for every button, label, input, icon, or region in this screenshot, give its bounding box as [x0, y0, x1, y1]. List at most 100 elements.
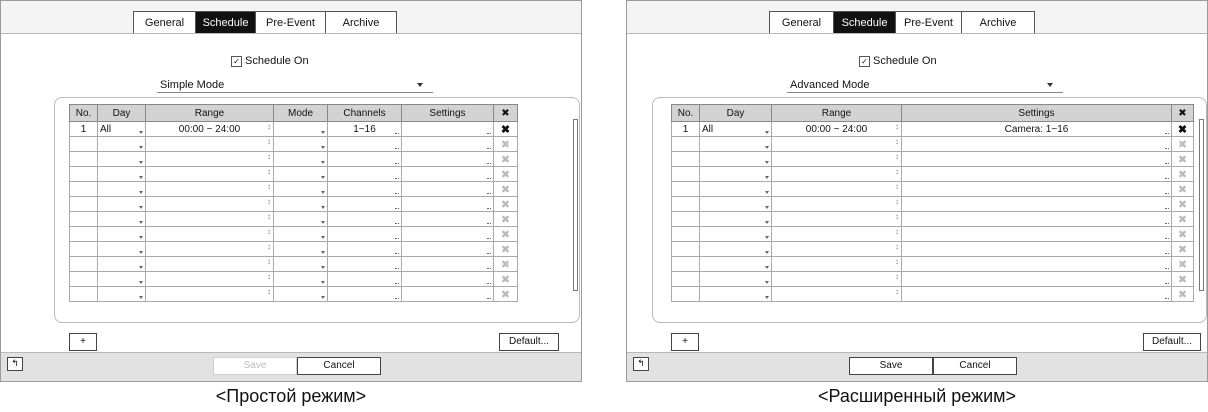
- table-cell: [671, 286, 700, 302]
- table-cell: [401, 166, 494, 182]
- delete-row-icon[interactable]: ✖: [1171, 271, 1194, 287]
- row-range-spinner[interactable]: 00:00 ~ 24:00: [771, 121, 902, 137]
- table-cell: [145, 166, 274, 182]
- delete-row-icon[interactable]: ✖: [1171, 256, 1194, 272]
- table-cell: [671, 181, 700, 197]
- back-arrow-icon[interactable]: ↰: [7, 357, 23, 371]
- tab-pre-event[interactable]: Pre-Event: [256, 12, 326, 34]
- table-scrollbar[interactable]: [573, 119, 578, 291]
- delete-row-icon[interactable]: ✖: [493, 271, 518, 287]
- table-cell: [699, 136, 772, 152]
- table-cell: [327, 151, 402, 167]
- save-button[interactable]: Save: [213, 357, 297, 375]
- delete-row-icon[interactable]: ✖: [493, 286, 518, 302]
- table-cell: [771, 256, 902, 272]
- table-cell: [901, 226, 1172, 242]
- row-day-select[interactable]: All: [699, 121, 772, 137]
- tab-schedule[interactable]: Schedule: [834, 12, 896, 34]
- schedule-on-row[interactable]: ✓ Schedule On: [859, 55, 937, 67]
- table-cell: [901, 271, 1172, 287]
- table-cell: [901, 166, 1172, 182]
- chevron-down-icon: [417, 83, 423, 87]
- row-day-select[interactable]: All: [97, 121, 146, 137]
- delete-row-icon[interactable]: ✖: [1171, 196, 1194, 212]
- row-settings-field[interactable]: Camera: 1~16: [901, 121, 1172, 137]
- table-row-empty: ✖: [69, 136, 518, 152]
- delete-row-icon[interactable]: ✖: [1171, 121, 1194, 137]
- row-channels-field[interactable]: 1~16: [327, 121, 402, 137]
- add-row-button[interactable]: +: [671, 333, 699, 351]
- table-cell: [771, 196, 902, 212]
- delete-row-icon[interactable]: ✖: [493, 256, 518, 272]
- table-cell: [273, 271, 328, 287]
- table-cell: [771, 226, 902, 242]
- delete-row-icon[interactable]: ✖: [1171, 226, 1194, 242]
- table-row-empty: ✖: [671, 196, 1194, 212]
- table-row-empty: ✖: [671, 226, 1194, 242]
- row-range-spinner[interactable]: 00:00 ~ 24:00: [145, 121, 274, 137]
- delete-all-icon[interactable]: ✖: [1171, 104, 1194, 122]
- mode-select[interactable]: Simple Mode: [157, 78, 433, 93]
- add-row-button[interactable]: +: [69, 333, 97, 351]
- mode-select[interactable]: Advanced Mode: [787, 78, 1063, 93]
- table-cell: [97, 286, 146, 302]
- table-scrollbar[interactable]: [1199, 119, 1204, 291]
- table-cell: [671, 226, 700, 242]
- delete-row-icon[interactable]: ✖: [1171, 166, 1194, 182]
- tab-bar: General Schedule Pre-Event Archive: [133, 11, 397, 35]
- table-cell: [145, 151, 274, 167]
- delete-row-icon[interactable]: ✖: [1171, 286, 1194, 302]
- table-cell: [671, 271, 700, 287]
- tab-general[interactable]: General: [134, 12, 196, 34]
- row-mode-select[interactable]: [273, 121, 328, 137]
- delete-row-icon[interactable]: ✖: [493, 136, 518, 152]
- delete-row-icon[interactable]: ✖: [1171, 241, 1194, 257]
- row-settings-field[interactable]: [401, 121, 494, 137]
- table-cell: [273, 196, 328, 212]
- table-cell: [145, 136, 274, 152]
- schedule-on-checkbox[interactable]: ✓: [859, 55, 870, 67]
- table-cell: [327, 286, 402, 302]
- table-cell: [401, 211, 494, 227]
- back-arrow-icon[interactable]: ↰: [633, 357, 649, 371]
- default-button[interactable]: Default...: [1143, 333, 1201, 351]
- tab-archive[interactable]: Archive: [962, 12, 1034, 34]
- table-cell: [401, 256, 494, 272]
- table-row-empty: ✖: [671, 241, 1194, 257]
- table-cell: [273, 136, 328, 152]
- tab-archive[interactable]: Archive: [326, 12, 396, 34]
- delete-all-icon[interactable]: ✖: [493, 104, 518, 122]
- tab-schedule[interactable]: Schedule: [196, 12, 256, 34]
- table-row-empty: ✖: [671, 271, 1194, 287]
- table-cell: [327, 211, 402, 227]
- delete-row-icon[interactable]: ✖: [1171, 181, 1194, 197]
- default-button[interactable]: Default...: [499, 333, 559, 351]
- delete-row-icon[interactable]: ✖: [493, 241, 518, 257]
- delete-row-icon[interactable]: ✖: [1171, 136, 1194, 152]
- cancel-button[interactable]: Cancel: [297, 357, 381, 375]
- table-cell: [699, 271, 772, 287]
- delete-row-icon[interactable]: ✖: [1171, 211, 1194, 227]
- table-cell: [771, 181, 902, 197]
- row-no: 1: [671, 121, 700, 137]
- delete-row-icon[interactable]: ✖: [493, 121, 518, 137]
- schedule-on-checkbox[interactable]: ✓: [231, 55, 242, 67]
- delete-row-icon[interactable]: ✖: [493, 211, 518, 227]
- tab-pre-event[interactable]: Pre-Event: [896, 12, 962, 34]
- delete-row-icon[interactable]: ✖: [493, 151, 518, 167]
- cancel-button[interactable]: Cancel: [933, 357, 1017, 375]
- bottom-bar: ↰ Save Cancel: [1, 353, 581, 381]
- table-cell: [901, 181, 1172, 197]
- delete-row-icon[interactable]: ✖: [493, 226, 518, 242]
- delete-row-icon[interactable]: ✖: [493, 196, 518, 212]
- row-no: 1: [69, 121, 98, 137]
- delete-row-icon[interactable]: ✖: [1171, 151, 1194, 167]
- delete-row-icon[interactable]: ✖: [493, 181, 518, 197]
- delete-row-icon[interactable]: ✖: [493, 166, 518, 182]
- col-mode-header: Mode: [273, 104, 328, 122]
- tab-general[interactable]: General: [770, 12, 834, 34]
- schedule-on-row[interactable]: ✓ Schedule On: [231, 55, 309, 67]
- save-button[interactable]: Save: [849, 357, 933, 375]
- table-cell: [97, 151, 146, 167]
- table-header-row: No. Day Range Settings ✖: [671, 104, 1194, 122]
